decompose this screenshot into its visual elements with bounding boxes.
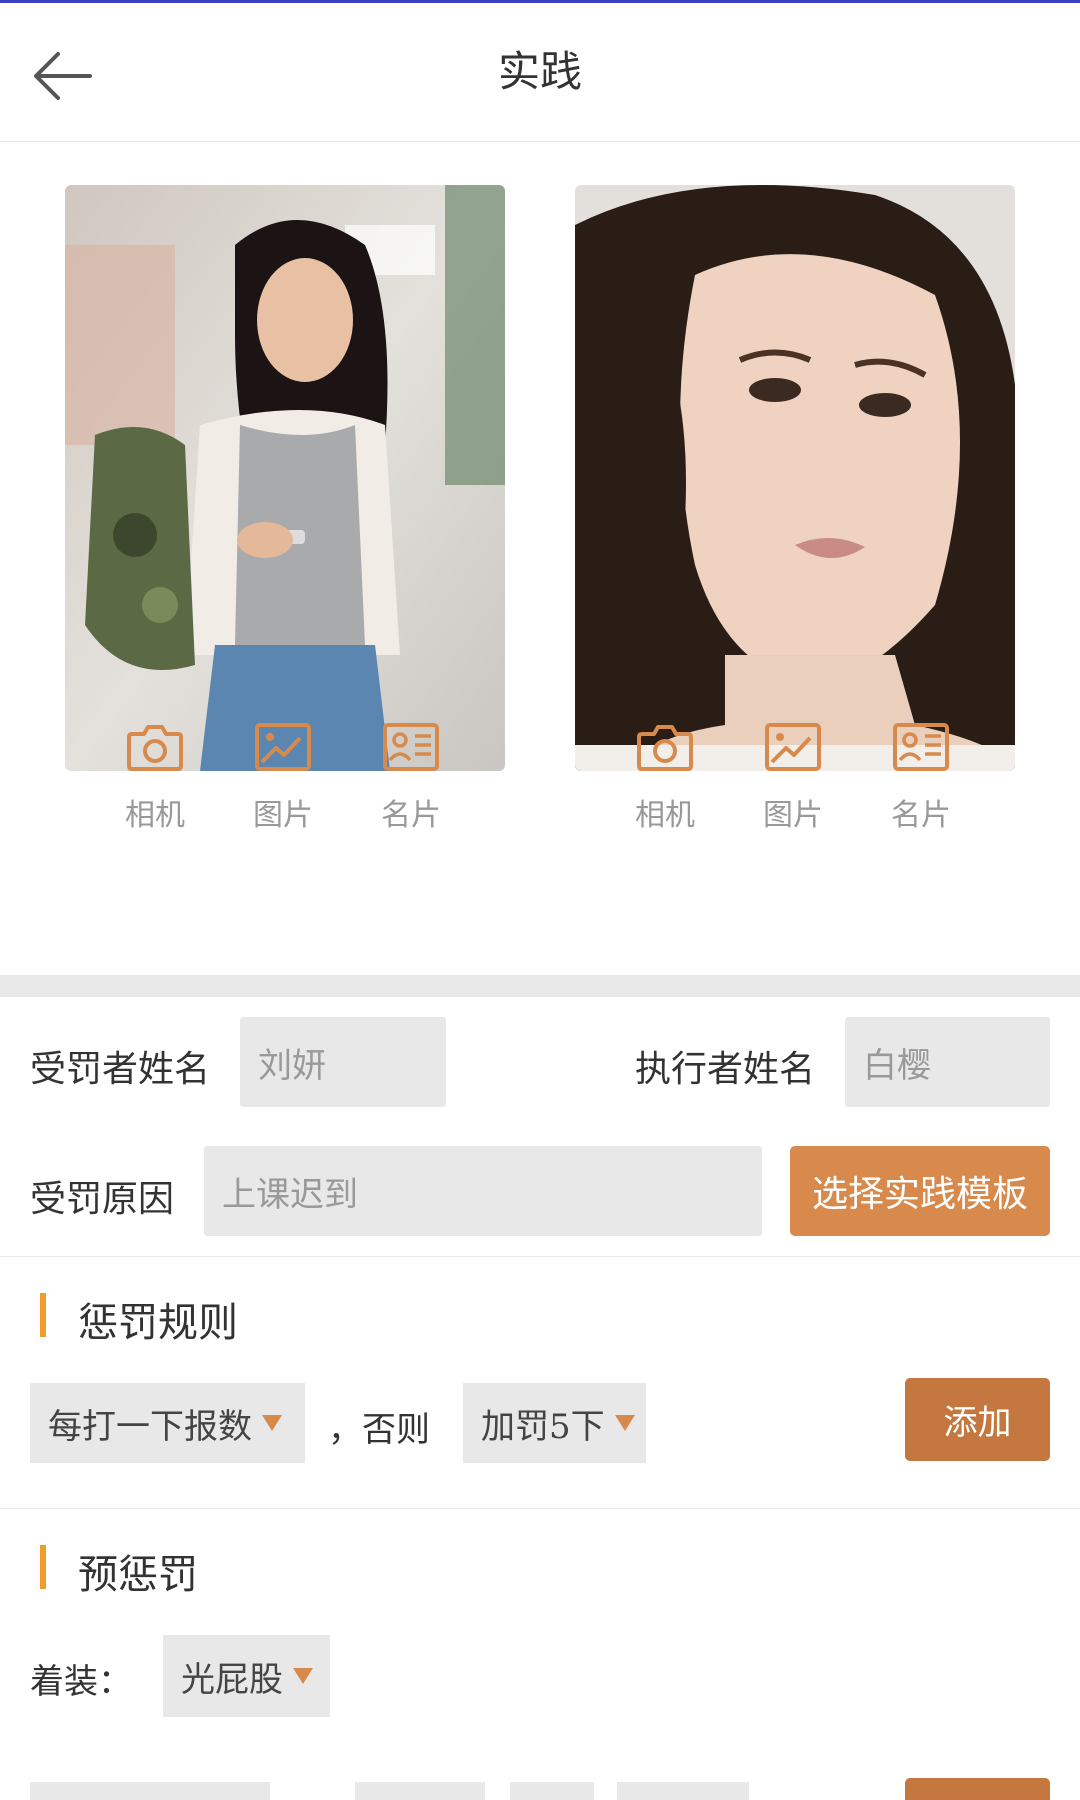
- punished-photo[interactable]: [65, 185, 505, 771]
- attire-dropdown-value: 光屁股: [181, 1659, 283, 1700]
- page-title: 实践: [497, 47, 582, 96]
- card-button-right[interactable]: 名片: [871, 722, 971, 834]
- punished-name-input[interactable]: 刘妍: [240, 1017, 446, 1107]
- divider-line: [0, 1256, 1080, 1257]
- attire-label: 着装：: [30, 1662, 132, 1702]
- camera-icon: [127, 725, 183, 771]
- card-label: 名片: [381, 798, 441, 833]
- partial-button[interactable]: [905, 1778, 1050, 1800]
- reason-input[interactable]: 上课迟到: [204, 1146, 762, 1236]
- camera-button-right[interactable]: 相机: [615, 722, 715, 834]
- rule-dropdown-value: 每打一下报数: [48, 1406, 252, 1447]
- section-accent-bar: [40, 1545, 46, 1589]
- pre-section-title: 预惩罚: [78, 1552, 198, 1598]
- executor-name-input[interactable]: 白樱: [845, 1017, 1050, 1107]
- section-accent-bar: [40, 1293, 46, 1337]
- attire-dropdown[interactable]: 光屁股: [163, 1635, 330, 1717]
- select-template-button[interactable]: 选择实践模板: [790, 1146, 1050, 1236]
- divider-line: [0, 1508, 1080, 1509]
- id-card-icon: [893, 723, 949, 771]
- photo-image: [575, 185, 1015, 771]
- gallery-button-right[interactable]: 图片: [743, 722, 843, 834]
- camera-label: 相机: [635, 798, 695, 833]
- section-divider: [0, 975, 1080, 997]
- camera-label: 相机: [125, 798, 185, 833]
- partial-field[interactable]: [510, 1782, 594, 1800]
- add-rule-button[interactable]: 添加: [905, 1378, 1050, 1461]
- otherwise-text: ，否则: [328, 1410, 430, 1450]
- camera-button-left[interactable]: 相机: [105, 722, 205, 834]
- image-icon: [765, 723, 821, 771]
- executor-name-label: 执行者姓名: [635, 1049, 816, 1090]
- camera-icon: [637, 725, 693, 771]
- rule-dropdown[interactable]: 每打一下报数: [30, 1383, 305, 1463]
- partial-field[interactable]: [30, 1782, 270, 1800]
- caret-down-icon: [614, 1415, 635, 1431]
- card-button-left[interactable]: 名片: [361, 722, 461, 834]
- gallery-label: 图片: [253, 798, 313, 833]
- gallery-label: 图片: [763, 798, 823, 833]
- id-card-icon: [383, 723, 439, 771]
- app-bar: 实践: [0, 3, 1080, 142]
- caret-down-icon: [293, 1668, 313, 1684]
- image-icon: [255, 723, 311, 771]
- partial-field[interactable]: [617, 1782, 749, 1800]
- executor-photo[interactable]: [575, 185, 1015, 771]
- punished-name-label: 受罚者姓名: [30, 1049, 211, 1090]
- photo-section: 相机 图片 名片 相机 图片 名片: [0, 142, 1080, 974]
- reason-label: 受罚原因: [30, 1179, 175, 1220]
- caret-down-icon: [262, 1415, 282, 1431]
- photo-image: [65, 185, 505, 771]
- rules-section-title: 惩罚规则: [78, 1300, 238, 1346]
- penalty-dropdown[interactable]: 加罚5下: [463, 1383, 646, 1463]
- penalty-dropdown-value: 加罚5下: [481, 1406, 605, 1447]
- card-label: 名片: [891, 798, 951, 833]
- gallery-button-left[interactable]: 图片: [233, 722, 333, 834]
- partial-field[interactable]: [355, 1782, 485, 1800]
